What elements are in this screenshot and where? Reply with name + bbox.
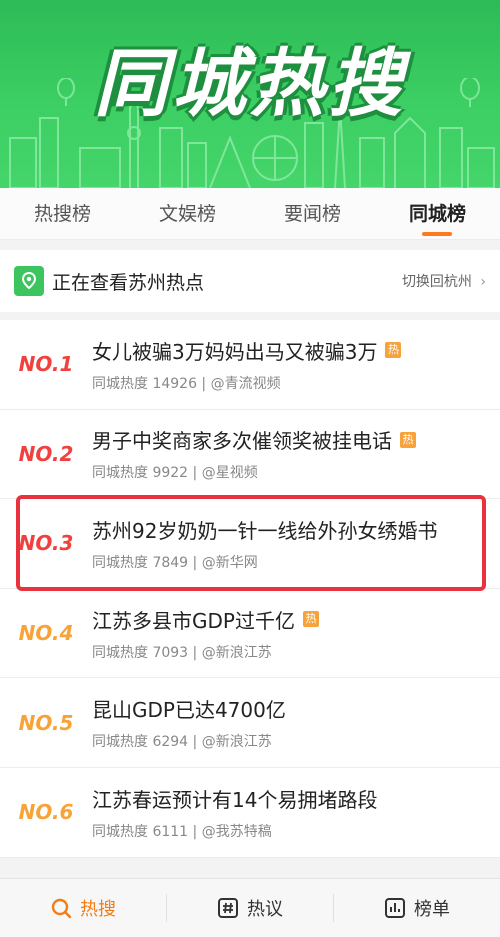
chevron-right-icon: ›: [480, 274, 486, 290]
tab-local[interactable]: 同城榜: [401, 188, 474, 240]
list-item[interactable]: NO.5 昆山GDP已达4700亿 同城热度 6294 | @新浪江苏: [0, 678, 500, 768]
hot-badge: 热: [302, 611, 319, 628]
item-meta: 同城热度 7093 | @新浪江苏: [92, 644, 272, 661]
item-title: 江苏多县市GDP过千亿: [92, 608, 295, 633]
header-banner: 同城热搜: [0, 0, 500, 188]
switch-city-label: 切换回杭州: [401, 274, 472, 290]
rank-label: NO.2: [18, 441, 74, 466]
item-title: 昆山GDP已达4700亿: [92, 698, 286, 723]
location-status-text: 正在查看苏州热点: [52, 271, 205, 294]
tab-news[interactable]: 要闻榜: [276, 188, 349, 240]
rank-label: NO.4: [18, 621, 74, 646]
hot-badge: 热: [400, 431, 416, 448]
item-title: 女儿被骗3万妈妈出马又被骗3万: [92, 339, 378, 364]
rank-label: NO.5: [18, 710, 74, 735]
tab-entertainment[interactable]: 文娱榜: [151, 188, 224, 240]
rank-label: NO.1: [18, 352, 74, 377]
nav-label: 热搜: [80, 899, 116, 920]
item-meta: 同城热度 14926 | @青流视频: [92, 375, 281, 392]
switch-city-link[interactable]: 切换回杭州 ›: [402, 271, 486, 291]
item-meta: 同城热度 7849 | @新华网: [92, 554, 258, 571]
nav-hot-search[interactable]: 热搜: [0, 879, 166, 937]
list-item[interactable]: NO.3 苏州92岁奶奶一针一线给外孙女绣婚书 同城热度 7849 | @新华网: [0, 499, 500, 589]
map-pin-icon: [14, 266, 44, 296]
list-item[interactable]: NO.4 江苏多县市GDP过千亿 热 同城热度 7093 | @新浪江苏: [0, 589, 500, 679]
rank-label: NO.6: [18, 800, 74, 825]
tab-hot-search[interactable]: 热搜榜: [26, 188, 99, 240]
nav-ranking[interactable]: 榜单: [333, 894, 500, 922]
rank-label: NO.3: [18, 531, 74, 556]
trending-list: NO.1 女儿被骗3万妈妈出马又被骗3万 热 同城热度 14926 | @青流视…: [0, 320, 500, 858]
banner-title: 同城热搜: [94, 40, 406, 127]
hashtag-icon: [218, 898, 238, 918]
location-bar: 正在查看苏州热点 切换回杭州 ›: [0, 250, 500, 312]
list-item[interactable]: NO.1 女儿被骗3万妈妈出马又被骗3万 热 同城热度 14926 | @青流视…: [0, 320, 500, 410]
list-item[interactable]: NO.6 江苏春运预计有14个易拥堵路段 同城热度 6111 | @我苏特稿: [0, 768, 500, 858]
bottom-nav: 热搜 热议 榜单: [0, 878, 500, 937]
list-item[interactable]: NO.2 男子中奖商家多次催领奖被挂电话 热 同城热度 9922 | @星视频: [0, 410, 500, 500]
nav-discussion[interactable]: 热议: [166, 894, 333, 922]
item-title: 苏州92岁奶奶一针一线给外孙女绣婚书: [92, 518, 438, 543]
nav-label: 榜单: [414, 899, 450, 920]
item-meta: 同城热度 6111 | @我苏特稿: [92, 823, 272, 840]
item-title: 江苏春运预计有14个易拥堵路段: [92, 787, 378, 812]
bar-chart-icon: [385, 898, 405, 918]
search-icon: [51, 898, 72, 919]
item-meta: 同城热度 9922 | @星视频: [92, 465, 258, 482]
hot-badge: 热: [385, 342, 402, 359]
tab-bar: 热搜榜 文娱榜 要闻榜 同城榜: [0, 188, 500, 240]
item-title: 男子中奖商家多次催领奖被挂电话: [92, 429, 392, 454]
item-meta: 同城热度 6294 | @新浪江苏: [92, 734, 272, 751]
nav-label: 热议: [247, 899, 283, 920]
